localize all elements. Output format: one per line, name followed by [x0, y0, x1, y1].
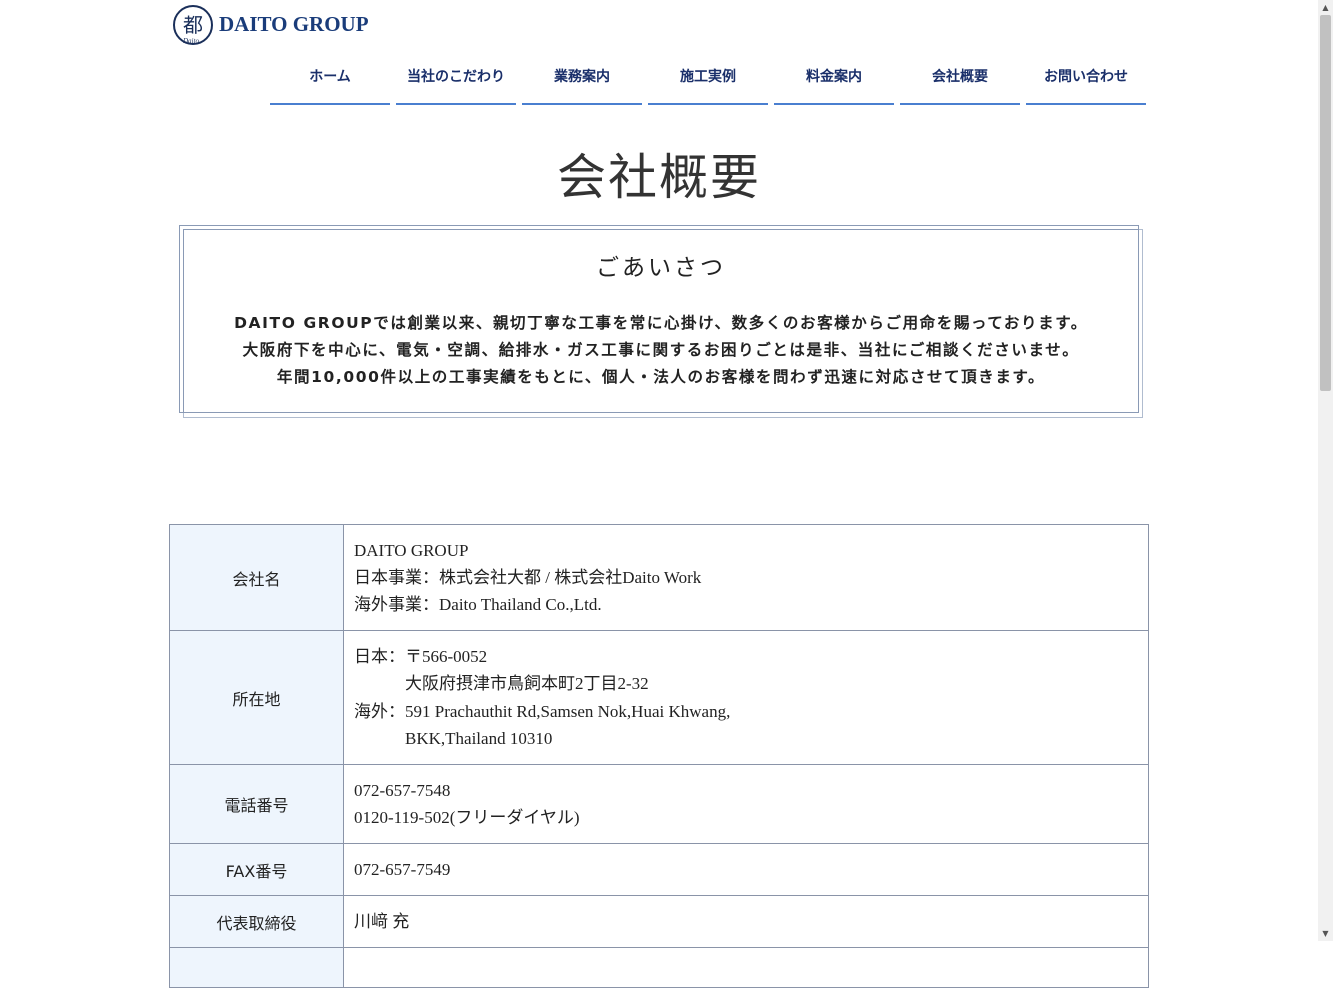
greeting-line: 大阪府下を中心に、電気・空調、給排水・ガス工事に関するお困りごとは是非、当社にご…: [242, 341, 1080, 359]
scrollbar[interactable]: ▲ ▼: [1318, 0, 1333, 941]
company-info-table: 会社名 DAITO GROUP 日本事業：株式会社大都 / 株式会社Daito …: [169, 524, 1149, 988]
table-row-address: 所在地 日本：〒566-0052 大阪府摂津市鳥飼本町2丁目2-32 海外：59…: [169, 630, 1149, 765]
brand-name[interactable]: DAITO GROUP: [219, 12, 369, 37]
phone-label: 電話番号: [169, 764, 344, 844]
fax-label: FAX番号: [169, 843, 344, 896]
company-name-label: 会社名: [169, 524, 344, 631]
page-title: 会社概要: [556, 149, 761, 206]
nav-item-contact[interactable]: お問い合わせ: [1026, 56, 1146, 105]
company-name-line: 海外事業：Daito Thailand Co.,Ltd.: [354, 595, 602, 614]
address-os-city: BKK,Thailand 10310: [405, 729, 553, 748]
phone-value: 072-657-7548 0120-119-502(フリーダイヤル): [343, 764, 1149, 844]
nav-item-company[interactable]: 会社概要: [900, 56, 1020, 105]
logo-script: Daito: [183, 37, 199, 45]
nav-item-pricing[interactable]: 料金案内: [774, 56, 894, 105]
company-name-line: 日本事業：株式会社大都 / 株式会社Daito Work: [354, 568, 702, 587]
nav-item-home[interactable]: ホーム: [270, 56, 390, 105]
fax-value: 072-657-7549: [343, 843, 1149, 896]
greeting-body: DAITO GROUPでは創業以来、親切丁寧な工事を常に心掛け、数多くのお客様か…: [184, 310, 1138, 391]
table-row-ceo: 代表取締役 川﨑 充: [169, 895, 1149, 948]
logo-icon[interactable]: 都 Daito: [173, 5, 213, 45]
logo-kanji: 都: [183, 13, 203, 37]
phone-freedial[interactable]: 0120-119-502(フリーダイヤル): [354, 804, 1138, 831]
scrollbar-thumb[interactable]: [1320, 15, 1331, 391]
nav-item-services[interactable]: 業務案内: [522, 56, 642, 105]
site-header: 都 Daito DAITO GROUP ホーム 当社のこだわり 業務案内 施工実…: [0, 0, 1318, 110]
address-os-street: 591 Prachauthit Rd,Samsen Nok,Huai Khwan…: [405, 702, 731, 721]
table-row: [169, 947, 1149, 988]
table-row-phone: 電話番号 072-657-7548 0120-119-502(フリーダイヤル): [169, 764, 1149, 844]
ceo-value: 川﨑 充: [343, 895, 1149, 948]
greeting-box: ごあいさつ DAITO GROUPでは創業以来、親切丁寧な工事を常に心掛け、数多…: [183, 229, 1139, 413]
scroll-up-icon[interactable]: ▲: [1318, 0, 1333, 15]
address-jp-prefix: 日本：: [354, 647, 405, 666]
ceo-label: 代表取締役: [169, 895, 344, 948]
table-row-fax: FAX番号 072-657-7549: [169, 843, 1149, 896]
address-jp-street: 大阪府摂津市鳥飼本町2丁目2-32: [405, 674, 649, 693]
address-value: 日本：〒566-0052 大阪府摂津市鳥飼本町2丁目2-32 海外：591 Pr…: [343, 630, 1149, 765]
table-row-company-name: 会社名 DAITO GROUP 日本事業：株式会社大都 / 株式会社Daito …: [169, 524, 1149, 631]
phone-number[interactable]: 072-657-7548: [354, 777, 1138, 804]
address-os-prefix: 海外：: [354, 702, 405, 721]
address-label: 所在地: [169, 630, 344, 765]
greeting-line: 年間10,000件以上の工事実績をもとに、個人・法人のお客様を問わず迅速に対応さ…: [276, 368, 1046, 386]
scroll-down-icon[interactable]: ▼: [1318, 926, 1333, 941]
greeting-title: ごあいさつ: [596, 255, 726, 281]
nav-item-works[interactable]: 施工実例: [648, 56, 768, 105]
company-name-line: DAITO GROUP: [354, 541, 469, 560]
nav-item-commitment[interactable]: 当社のこだわり: [396, 56, 516, 105]
address-jp-postal: 〒566-0052: [405, 647, 488, 666]
company-name-value: DAITO GROUP 日本事業：株式会社大都 / 株式会社Daito Work…: [343, 524, 1149, 631]
greeting-line: DAITO GROUPでは創業以来、親切丁寧な工事を常に心掛け、数多くのお客様か…: [234, 314, 1088, 332]
